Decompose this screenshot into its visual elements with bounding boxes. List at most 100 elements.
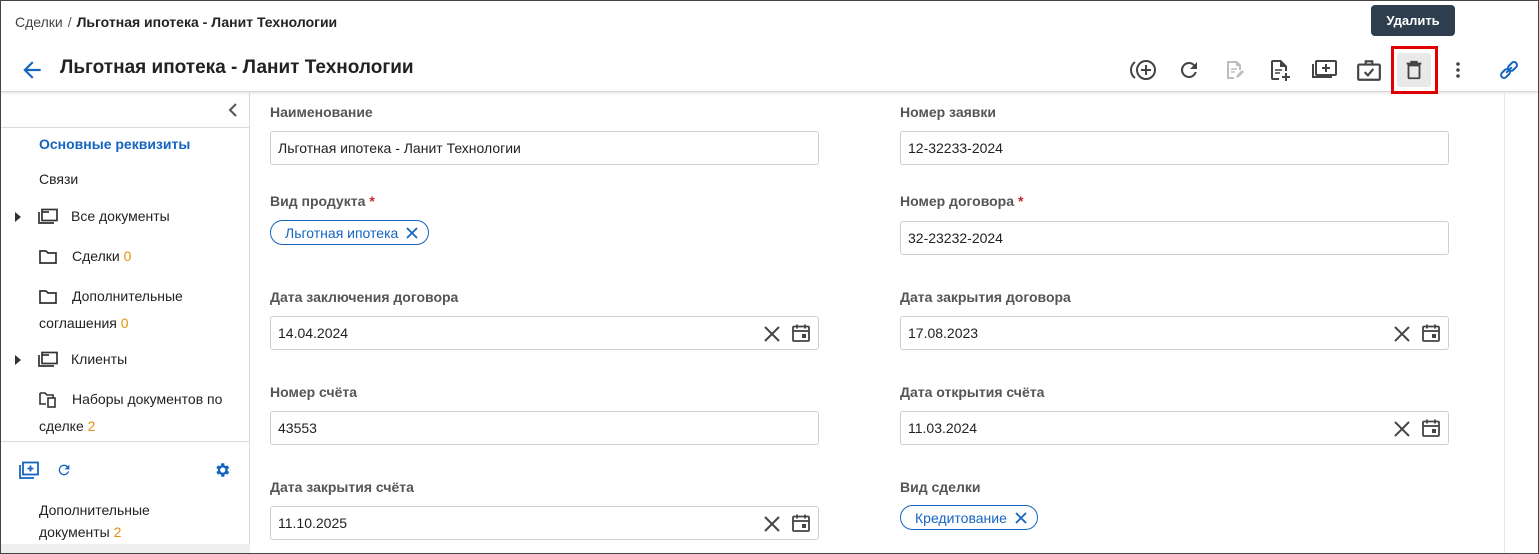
sidebar-item-links[interactable]: Связи [1,166,250,193]
contract-date-value: 14.04.2024 [278,325,349,341]
deal-type-chip: Кредитование [900,505,1038,530]
calendar-icon[interactable] [1421,323,1441,343]
sidebar-item-label: Клиенты [71,351,128,367]
count-badge: 0 [123,248,132,264]
breadcrumb-parent[interactable]: Сделки [15,14,63,30]
expand-caret-icon[interactable] [14,212,22,222]
contract-number-value: 32-23232-2024 [908,230,1003,246]
required-mark: * [369,193,375,209]
required-mark: * [1018,193,1024,209]
close-icon[interactable] [404,225,420,241]
sidebar-item-clients[interactable]: Клиенты [1,346,250,373]
product-type-chip: Льготная ипотека [270,220,430,245]
application-number-field[interactable]: 12-32233-2024 [900,131,1449,165]
sidebar-item-label: Дополнительные [39,502,150,518]
application-number-value: 12-32233-2024 [908,140,1003,156]
sidebar-item-label: сделке [39,418,84,434]
clear-icon[interactable] [1392,419,1412,439]
account-number-field[interactable]: 43553 [270,411,819,445]
contract-date-label: Дата заключения договора [270,289,459,305]
account-close-date-value: 11.10.2025 [278,515,348,531]
account-open-date-field[interactable]: 11.03.2024 [900,411,1449,445]
breadcrumb-separator: / [67,14,72,30]
sidebar-item-label: Дополнительные [72,288,183,304]
trash-icon[interactable] [1397,53,1431,87]
sidebar-divider [1,127,250,128]
contract-number-label: Номер договора * [900,193,1023,209]
sidebar-item-label: соглашения [39,315,117,331]
scrollbar[interactable] [1504,93,1538,553]
add-folder-icon[interactable] [1307,53,1341,87]
sidebar-item-document-sets[interactable]: Наборы документов по сделке 2 [1,386,250,440]
clear-icon[interactable] [762,324,782,344]
sidebar-item-label: Все документы [71,208,170,224]
sidebar-item-label: Сделки [72,248,120,264]
page-header: Сделки / Льготная ипотека - Ланит Технолог… [1,1,1538,92]
sidebar: Основные реквизиты Связи Все документы С… [1,93,250,553]
account-open-date-value: 11.03.2024 [908,420,978,436]
refresh-icon[interactable] [53,459,75,481]
delete-tooltip: Удалить [1371,5,1455,36]
sidebar-item-extra-documents[interactable]: Дополнительные документы 2 [39,499,239,543]
add-document-icon[interactable] [1262,53,1296,87]
count-badge: 2 [113,524,122,540]
account-close-date-field[interactable]: 11.10.2025 [270,506,819,540]
expand-caret-icon[interactable] [14,355,22,365]
account-number-value: 43553 [278,420,317,436]
edit-document-icon[interactable] [1217,53,1251,87]
name-field[interactable]: Льготная ипотека - Ланит Технологии [270,131,819,165]
calendar-icon[interactable] [791,323,811,343]
account-close-date-label: Дата закрытия счёта [270,479,414,495]
toolbar [1,53,1538,89]
account-open-date-label: Дата открытия счёта [900,384,1045,400]
folder-icon [39,290,57,304]
application-number-label: Номер заявки [900,104,997,120]
sidebar-divider [1,441,250,442]
sidebar-footer-toolbar [1,459,250,481]
chip-label: Льготная ипотека [285,224,399,241]
calendar-icon[interactable] [1421,418,1441,438]
product-type-label-text: Вид продукта [270,193,366,209]
name-value: Льготная ипотека - Ланит Технологии [278,140,521,156]
clear-icon[interactable] [1392,324,1412,344]
add-circle-icon[interactable] [1127,53,1161,87]
contract-date-field[interactable]: 14.04.2024 [270,316,819,350]
form-area: Наименование Льготная ипотека - Ланит Те… [251,93,1538,553]
sidebar-item-deals[interactable]: Сделки 0 [1,243,250,270]
sidebar-item-label: Наборы документов по [72,391,223,407]
breadcrumb-current: Льготная ипотека - Ланит Технологии [76,14,338,30]
chip-label: Кредитование [915,509,1007,526]
collapse-sidebar-icon[interactable] [225,101,241,119]
contract-close-date-field[interactable]: 17.08.2023 [900,316,1449,350]
breadcrumb: Сделки / Льготная ипотека - Ланит Технолог… [15,14,337,30]
sidebar-item-additional-agreements[interactable]: Дополнительные соглашения 0 [1,283,250,337]
refresh-icon[interactable] [1172,53,1206,87]
sidebar-item-label: документы [39,524,110,540]
briefcase-check-icon[interactable] [1352,53,1386,87]
close-icon[interactable] [1013,510,1029,526]
contract-close-date-value: 17.08.2023 [908,325,979,341]
link-icon[interactable] [1492,53,1526,87]
gear-icon[interactable] [211,459,233,481]
count-badge: 2 [87,418,96,434]
folders-icon [38,351,58,367]
calendar-icon[interactable] [791,513,811,533]
contract-close-date-label: Дата закрытия договора [900,289,1071,305]
count-badge: 0 [120,315,129,331]
contract-number-label-text: Номер договора [900,193,1015,209]
contract-number-field[interactable]: 32-23232-2024 [900,221,1449,255]
app-window: Сделки / Льготная ипотека - Ланит Технолог… [0,0,1539,554]
name-label: Наименование [270,104,373,120]
clear-icon[interactable] [762,514,782,534]
deal-type-label: Вид сделки [900,479,981,495]
folders-icon [38,208,58,224]
document-set-icon [39,392,56,408]
account-number-label: Номер счёта [270,384,358,400]
sidebar-bottom-bar [1,544,250,553]
sidebar-item-all-documents[interactable]: Все документы [1,203,250,230]
product-type-label: Вид продукта * [270,193,375,209]
sidebar-item-main-details[interactable]: Основные реквизиты [1,131,250,158]
folder-icon [39,250,57,264]
more-vert-icon[interactable] [1441,53,1475,87]
add-folder-icon[interactable] [18,459,40,481]
